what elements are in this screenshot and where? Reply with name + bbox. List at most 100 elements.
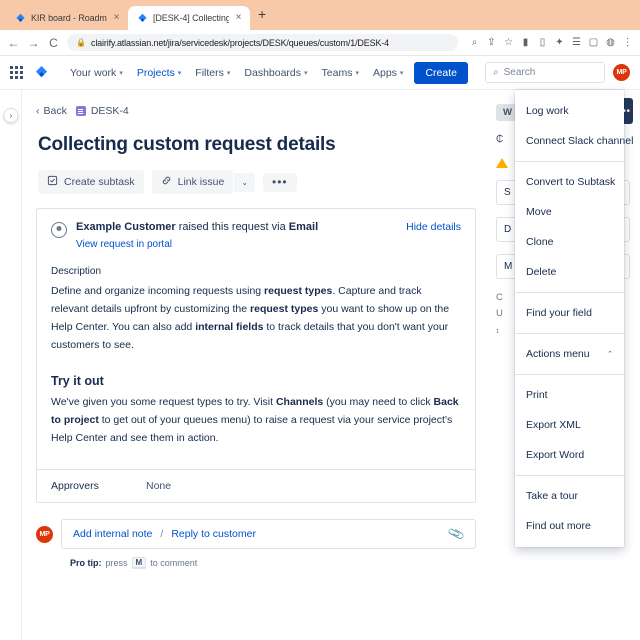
nav-item-projects-label: Projects — [136, 66, 175, 79]
chevron-up-icon: ⌃ — [607, 351, 613, 358]
app-switcher-icon[interactable] — [10, 66, 23, 79]
menu-item-print[interactable]: Print — [515, 380, 624, 410]
link-issue-split-button: Link issue ⌄ — [151, 170, 256, 194]
nav-items: Your work ▾ Projects ▾ Filters ▾ Dashboa… — [63, 61, 468, 84]
menu-item-log-work[interactable]: Log work — [515, 96, 624, 126]
menu-item-find-your-field[interactable]: Find your field — [515, 298, 624, 328]
nav-item-your-work-label: Your work — [70, 66, 117, 79]
forward-icon[interactable]: → — [27, 37, 40, 49]
avatar[interactable]: MP — [613, 64, 630, 81]
menu-item-find-out-more[interactable]: Find out more — [515, 511, 624, 541]
add-internal-note-link[interactable]: Add internal note — [73, 528, 152, 540]
menu-item-actions-menu[interactable]: Actions menu ⌃ — [515, 339, 624, 369]
search-icon[interactable]: ⌕ — [469, 37, 480, 48]
jira-logo-icon[interactable] — [33, 65, 49, 81]
hide-details-link[interactable]: Hide details — [406, 221, 461, 233]
menu-item-export-word-label: Export Word — [526, 449, 585, 461]
menu-item-find-your-field-label: Find your field — [526, 307, 592, 319]
list-icon[interactable]: ☰ — [571, 37, 582, 48]
menu-item-take-a-tour[interactable]: Take a tour — [515, 481, 624, 511]
desc-p2-part-2: (you may need to click — [323, 396, 434, 409]
description-paragraph-2: We've given you some request types to tr… — [51, 393, 461, 447]
menu-item-move-label: Move — [526, 206, 552, 218]
menu-item-convert-to-subtask-label: Convert to Subtask — [526, 176, 616, 188]
extension-icon[interactable]: ▮ — [520, 37, 531, 48]
chevron-down-icon[interactable]: ⌄ — [234, 172, 256, 192]
menu-item-connect-slack-channel[interactable]: Connect Slack channel — [515, 126, 633, 156]
view-request-in-portal-link[interactable]: View request in portal — [76, 239, 172, 250]
share-icon[interactable]: ⇪ — [486, 37, 497, 48]
menu-item-clone[interactable]: Clone — [515, 227, 624, 257]
nav-item-projects[interactable]: Projects ▾ — [130, 63, 188, 83]
menu-item-actions-menu-label: Actions menu — [526, 348, 590, 360]
browser-tab-1-label: [DESK-4] Collecting custom re — [153, 13, 229, 23]
back-button[interactable]: ‹ Back — [36, 105, 67, 117]
back-icon[interactable]: ← — [7, 37, 20, 49]
menu-item-convert-to-subtask[interactable]: Convert to Subtask — [515, 167, 624, 197]
browser-tab-strip: KIR board - Roadmap - Jira × [DESK-4] Co… — [0, 0, 640, 30]
chevron-down-icon: ▾ — [226, 69, 231, 77]
description-label: Description — [51, 266, 102, 277]
link-issue-button[interactable]: Link issue — [151, 170, 234, 194]
new-tab-button[interactable]: + — [250, 7, 274, 24]
approvers-label: Approvers — [51, 480, 99, 493]
nav-item-teams[interactable]: Teams ▾ — [315, 63, 366, 83]
left-rail: › — [0, 90, 22, 640]
desc-p2-part-4: to get out of your queues menu) to raise… — [51, 414, 453, 445]
paperclip-icon[interactable]: 📎 — [447, 525, 466, 543]
page-body: › ‹ Back DESK-4 Collecting custom reques… — [0, 90, 640, 640]
reload-icon[interactable]: C — [47, 37, 60, 49]
chevron-down-icon: ▾ — [304, 69, 308, 77]
link-icon — [161, 175, 172, 189]
nav-item-filters[interactable]: Filters ▾ — [188, 63, 237, 83]
request-details-card: Example Customer raised this request via… — [36, 208, 476, 504]
profile-icon[interactable]: ◍ — [605, 37, 616, 48]
sidebar-expand-toggle[interactable]: › — [3, 108, 19, 123]
nav-item-dashboards[interactable]: Dashboards ▾ — [237, 63, 314, 83]
menu-item-export-xml-label: Export XML — [526, 419, 581, 431]
close-icon[interactable]: × — [234, 13, 243, 23]
nav-item-your-work[interactable]: Your work ▾ — [63, 63, 130, 83]
comment-row: MP Add internal note / Reply to customer… — [36, 519, 476, 550]
jira-icon — [15, 13, 26, 24]
menu-item-export-xml[interactable]: Export XML — [515, 410, 624, 440]
menu-separator — [515, 333, 624, 334]
issue-content: ‹ Back DESK-4 Collecting custom request … — [22, 90, 490, 640]
browser-tab-1[interactable]: [DESK-4] Collecting custom re × — [128, 6, 250, 30]
bookmark-star-icon[interactable]: ☆ — [503, 37, 514, 48]
menu-item-log-work-label: Log work — [526, 105, 569, 117]
create-button[interactable]: Create — [414, 61, 468, 84]
search-input[interactable]: ⌕ Search — [485, 62, 605, 83]
jira-icon — [137, 13, 148, 24]
reply-to-customer-link[interactable]: Reply to customer — [171, 528, 256, 540]
browser-toolbar-icons: ⌕ ⇪ ☆ ▮ ▯ ✦ ☰ ▢ ◍ ⋮ — [465, 37, 633, 48]
browser-tab-0[interactable]: KIR board - Roadmap - Jira × — [6, 6, 128, 30]
more-menu-icon[interactable]: ⋮ — [622, 37, 633, 48]
approvers-value[interactable]: None — [146, 480, 171, 492]
breadcrumb-issue-key[interactable]: DESK-4 — [75, 105, 129, 117]
puzzle-icon[interactable]: ▯ — [537, 37, 548, 48]
pro-tip-prefix: Pro tip: — [70, 558, 102, 569]
create-subtask-button[interactable]: Create subtask — [38, 170, 144, 194]
issue-more-actions-button[interactable]: ••• — [263, 172, 297, 192]
comment-input-box[interactable]: Add internal note / Reply to customer 📎 — [61, 519, 476, 550]
address-bar[interactable]: 🔒 clairify.atlassian.net/jira/servicedes… — [67, 34, 458, 51]
sidepanel-icon[interactable]: ▢ — [588, 37, 599, 48]
breadcrumb: ‹ Back DESK-4 — [36, 102, 476, 120]
menu-item-move[interactable]: Move — [515, 197, 624, 227]
menu-item-print-label: Print — [526, 389, 548, 401]
browser-toolbar: ← → C 🔒 clairify.atlassian.net/jira/serv… — [0, 30, 640, 56]
request-header: Example Customer raised this request via… — [51, 221, 461, 250]
comment-separator: / — [160, 528, 164, 541]
close-icon[interactable]: × — [112, 13, 121, 23]
nav-item-apps[interactable]: Apps ▾ — [366, 63, 410, 83]
menu-separator — [515, 475, 624, 476]
desc-p2-part-1: Channels — [275, 396, 324, 409]
menu-item-export-word[interactable]: Export Word — [515, 440, 624, 470]
create-subtask-icon — [47, 175, 58, 189]
menu-item-delete[interactable]: Delete — [515, 257, 624, 287]
bookmark-icon[interactable]: ✦ — [554, 37, 565, 48]
menu-separator — [515, 161, 624, 162]
menu-item-find-out-more-label: Find out more — [526, 520, 591, 532]
chevron-down-icon: ▾ — [399, 69, 404, 77]
